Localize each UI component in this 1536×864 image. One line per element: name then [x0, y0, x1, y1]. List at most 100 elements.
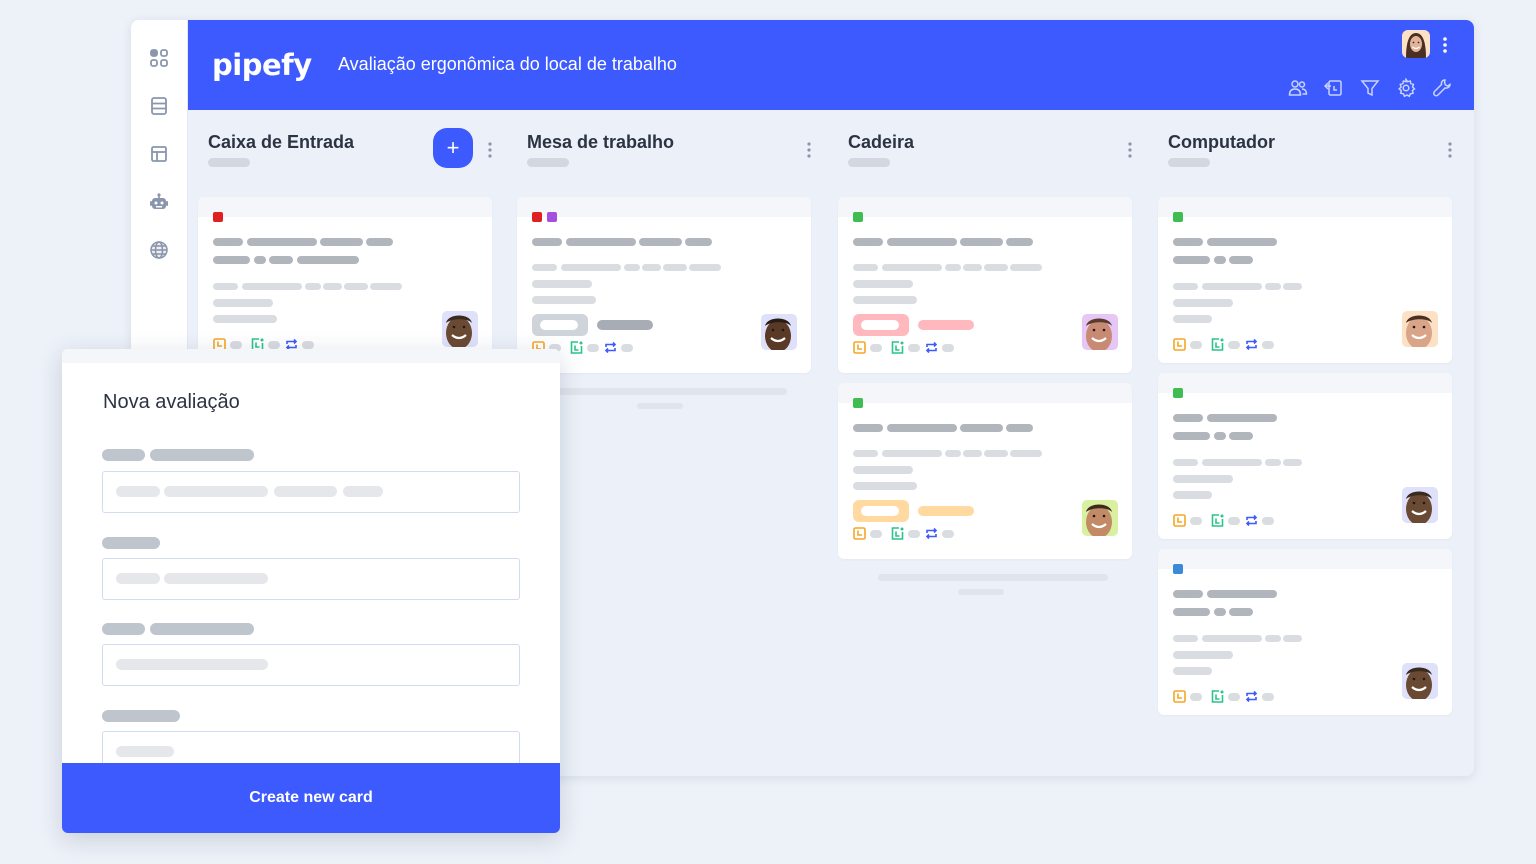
apps-grid-icon[interactable]: [149, 48, 169, 68]
card-field-placeholder: [1173, 475, 1233, 483]
card-field-placeholder: [984, 450, 1008, 457]
card-header: [517, 197, 811, 217]
assignee-avatar[interactable]: [1402, 663, 1438, 699]
more-options-icon[interactable]: [1440, 34, 1450, 56]
card-field-placeholder: [1010, 450, 1042, 457]
card-field-placeholder: [213, 315, 277, 323]
icon-count-placeholder: [942, 530, 954, 538]
form-field-1-input[interactable]: [102, 471, 520, 513]
label-pill-text: [918, 320, 974, 330]
repeat-icon: [1245, 690, 1258, 703]
assignee-avatar[interactable]: [761, 314, 797, 350]
card-field-placeholder: [882, 264, 942, 271]
card-field-placeholder: [945, 264, 961, 271]
database-icon[interactable]: [149, 96, 169, 116]
card[interactable]: [838, 383, 1132, 559]
label-tag: [1173, 564, 1183, 574]
label-tag: [532, 212, 542, 222]
placeholder: [116, 573, 160, 584]
card[interactable]: [1158, 197, 1452, 363]
wrench-icon[interactable]: [1432, 78, 1452, 98]
assignee-avatar[interactable]: [1402, 311, 1438, 347]
user-avatar[interactable]: [1402, 30, 1430, 58]
card-field-placeholder: [1173, 299, 1233, 307]
card[interactable]: [198, 197, 492, 363]
phase-time-icon: [891, 527, 904, 540]
card-field-placeholder: [1283, 459, 1302, 466]
card-title-placeholder: [366, 238, 393, 246]
toolbar-icons: [1288, 78, 1452, 98]
form-field-2-input[interactable]: [102, 558, 520, 600]
label-tag: [213, 212, 223, 222]
pipe-header: pipefy Avaliação ergonômica do local de …: [188, 20, 1474, 110]
card-field-placeholder: [1283, 635, 1302, 642]
card-title-placeholder: [566, 238, 636, 246]
label-tag: [853, 212, 863, 222]
phase-options-icon[interactable]: [1126, 140, 1134, 160]
card-header: [838, 383, 1132, 403]
globe-icon[interactable]: [149, 240, 169, 260]
phase-options-icon[interactable]: [486, 140, 494, 160]
card[interactable]: [1158, 373, 1452, 539]
due-date-clock-icon: [853, 527, 866, 540]
card-field-placeholder: [242, 283, 302, 290]
card[interactable]: [1158, 549, 1452, 715]
card-field-placeholder: [323, 283, 342, 290]
label-pill-text: [597, 320, 653, 330]
icon-count-placeholder: [908, 530, 920, 538]
icon-count-placeholder: [908, 344, 920, 352]
card-header: [838, 197, 1132, 217]
card-title-placeholder: [269, 256, 293, 264]
filter-icon[interactable]: [1360, 78, 1380, 98]
card-title-placeholder: [887, 424, 957, 432]
card-title-placeholder: [297, 256, 359, 264]
icon-count-placeholder: [1228, 517, 1240, 525]
members-icon[interactable]: [1288, 78, 1308, 98]
robot-icon[interactable]: [149, 192, 169, 212]
card-header: [1158, 549, 1452, 569]
modal-header-strip: [62, 349, 560, 363]
placeholder: [274, 486, 337, 497]
phase-column: Mesa de trabalho: [517, 110, 813, 770]
card-field-placeholder: [344, 283, 368, 290]
assignee-avatar[interactable]: [1402, 487, 1438, 523]
card-title-placeholder: [1207, 590, 1277, 598]
icon-count-placeholder: [268, 341, 280, 349]
assignee-avatar[interactable]: [442, 311, 478, 347]
card-field-placeholder: [1265, 635, 1281, 642]
card-title-placeholder: [254, 256, 266, 264]
assignee-avatar[interactable]: [1082, 500, 1118, 536]
add-card-button[interactable]: +: [433, 128, 473, 168]
phase-options-icon[interactable]: [805, 140, 813, 160]
load-more-placeholder: [958, 589, 1004, 595]
phase-options-icon[interactable]: [1446, 140, 1454, 160]
card-field-placeholder: [853, 264, 878, 271]
load-more-placeholder: [637, 403, 683, 409]
pipefy-logo[interactable]: pipefy: [212, 48, 312, 82]
card[interactable]: [838, 197, 1132, 373]
placeholder: [164, 573, 268, 584]
import-icon[interactable]: [1324, 78, 1344, 98]
card-title-placeholder: [1229, 256, 1253, 264]
phase-time-icon: [1211, 690, 1224, 703]
card-field-placeholder: [853, 482, 917, 490]
card-field-placeholder: [853, 466, 913, 474]
new-card-modal: Nova avaliação Create new card: [62, 349, 560, 833]
card-field-placeholder: [1173, 491, 1212, 499]
settings-gear-icon[interactable]: [1396, 78, 1416, 98]
form-field-3-input[interactable]: [102, 644, 520, 686]
card-title-placeholder: [1173, 590, 1203, 598]
card-title-placeholder: [853, 238, 883, 246]
repeat-icon: [604, 341, 617, 354]
assignee-avatar[interactable]: [1082, 314, 1118, 350]
layout-icon[interactable]: [149, 144, 169, 164]
card[interactable]: [517, 197, 811, 373]
due-date-clock-icon: [1173, 690, 1186, 703]
card-title-placeholder: [1207, 238, 1277, 246]
card-field-placeholder: [1265, 459, 1281, 466]
create-new-card-button[interactable]: Create new card: [62, 763, 560, 833]
icon-count-placeholder: [621, 344, 633, 352]
placeholder: [164, 486, 268, 497]
card-field-placeholder: [689, 264, 721, 271]
icon-count-placeholder: [942, 344, 954, 352]
